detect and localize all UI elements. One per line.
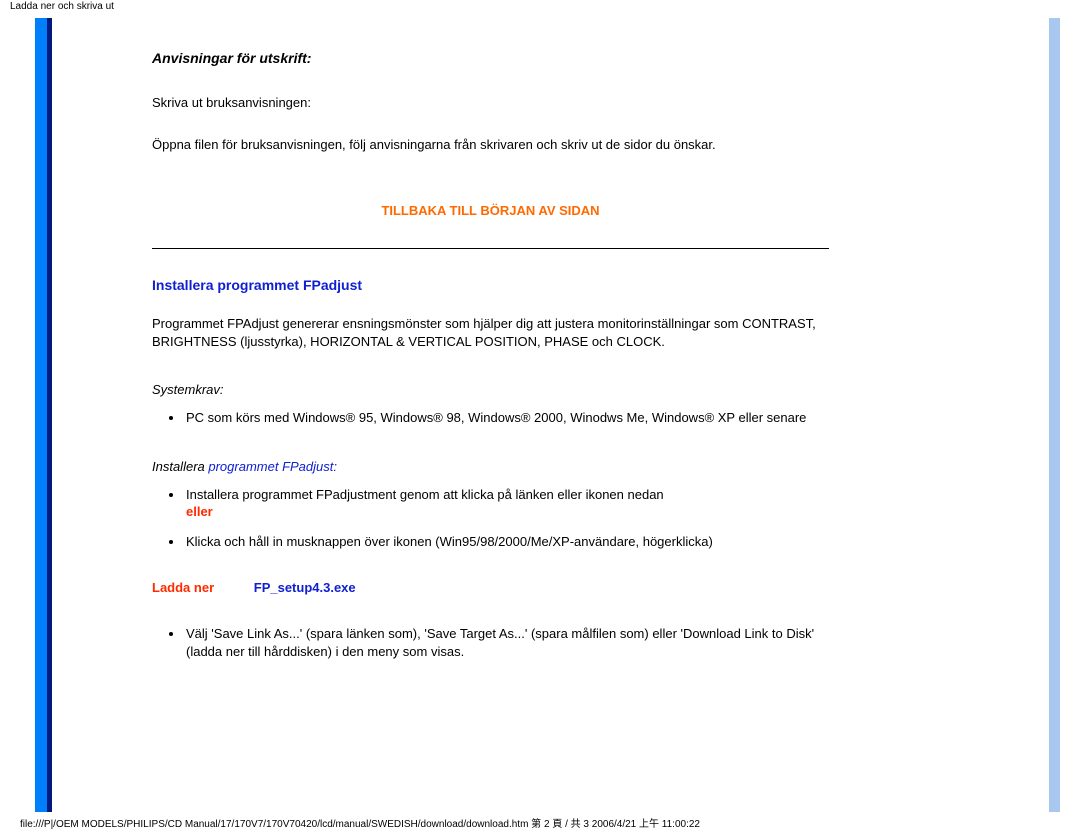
- eller-label: eller: [186, 504, 213, 519]
- list-item: Välj 'Save Link As...' (spara länken som…: [184, 625, 829, 660]
- section-divider: [152, 248, 829, 249]
- list-item: PC som körs med Windows® 95, Windows® 98…: [184, 409, 829, 427]
- install-fpadjust-line: Installera programmet FPadjust:: [152, 459, 829, 474]
- list-item: Installera programmet FPadjustment genom…: [184, 486, 829, 521]
- print-instructions-p2: Öppna filen för bruksanvisningen, följ a…: [152, 136, 829, 154]
- page-header-title: Ladda ner och skriva ut: [10, 1, 114, 12]
- print-instructions-heading: Anvisningar för utskrift:: [152, 50, 829, 66]
- fpadjust-description: Programmet FPAdjust genererar ensningsmö…: [152, 315, 829, 350]
- content-area: Anvisningar för utskrift: Skriva ut bruk…: [52, 18, 1049, 812]
- back-to-top-link[interactable]: TILLBAKA TILL BÖRJAN AV SIDAN: [152, 203, 829, 218]
- download-label: Ladda ner: [152, 580, 214, 595]
- install-step-1-text: Installera programmet FPadjustment genom…: [186, 487, 664, 502]
- page-footer-path: file:///P|/OEM MODELS/PHILIPS/CD Manual/…: [20, 815, 700, 830]
- install-fpadjust-link[interactable]: programmet FPadjust:: [208, 459, 337, 474]
- system-requirements-list: PC som körs med Windows® 95, Windows® 98…: [184, 409, 829, 427]
- left-bar-outer: [35, 18, 47, 812]
- install-steps-list-1: Installera programmet FPadjustment genom…: [184, 486, 829, 551]
- download-file-link[interactable]: FP_setup4.3.exe: [254, 580, 356, 595]
- fpadjust-section-title: Installera programmet FPadjust: [152, 277, 829, 293]
- download-row: Ladda ner FP_setup4.3.exe: [152, 580, 829, 595]
- install-steps-list-2: Välj 'Save Link As...' (spara länken som…: [184, 625, 829, 660]
- document-frame: Anvisningar för utskrift: Skriva ut bruk…: [35, 18, 1060, 812]
- print-instructions-p1: Skriva ut bruksanvisningen:: [152, 94, 829, 112]
- system-requirements-heading: Systemkrav:: [152, 382, 829, 397]
- install-prefix: Installera: [152, 459, 208, 474]
- right-bar: [1049, 18, 1060, 812]
- list-item: Klicka och håll in musknappen över ikone…: [184, 533, 829, 551]
